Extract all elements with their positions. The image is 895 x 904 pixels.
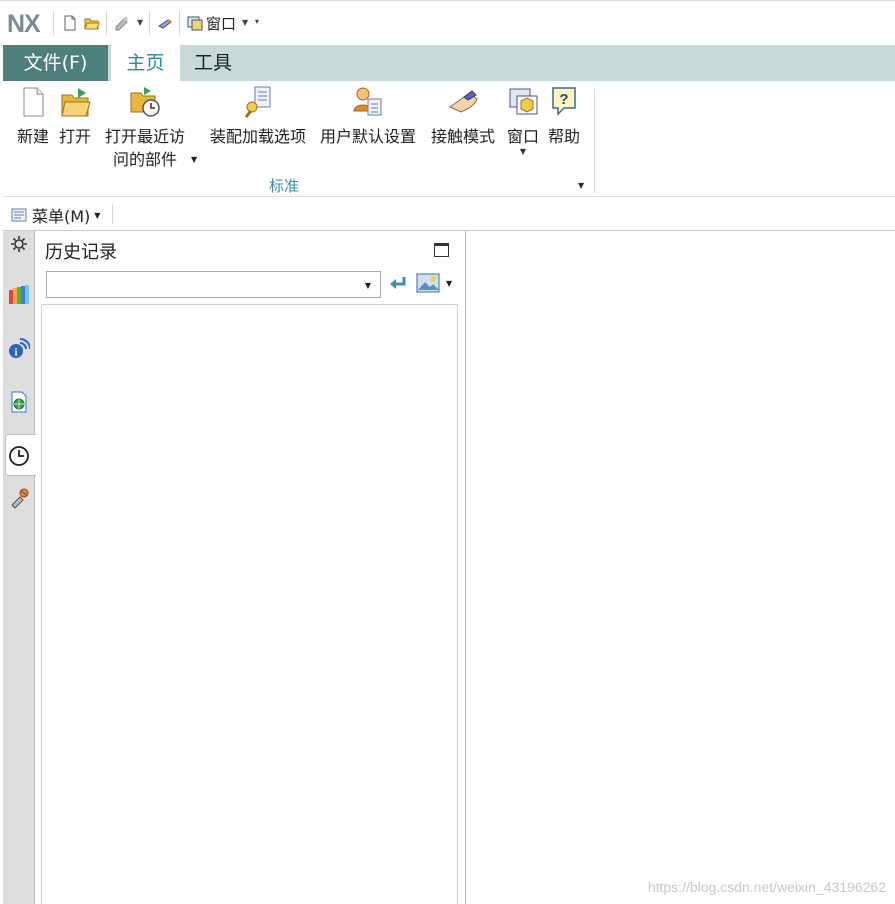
window-menu-label[interactable]: 窗口 xyxy=(206,13,236,34)
tab-tools[interactable]: 工具 xyxy=(183,45,243,81)
history-clock-icon[interactable] xyxy=(8,445,30,467)
ribbon-home-panel: 新建 打开 打开最近访 问的部件 ▼ 装配加载选项 用户默认设置 接触模式 窗口… xyxy=(3,81,895,197)
history-panel: 历史记录 ▼ ▼ xyxy=(36,231,466,904)
history-list[interactable] xyxy=(41,304,458,904)
history-filter-dropdown[interactable]: ▼ xyxy=(46,271,381,298)
new-file-icon[interactable] xyxy=(62,15,78,31)
help-button[interactable]: ? 帮助 xyxy=(545,85,583,148)
menu-icon xyxy=(11,208,27,221)
tab-file[interactable]: 文件(F) xyxy=(3,45,108,81)
maximize-icon[interactable] xyxy=(434,243,449,257)
watermark: https://blog.csdn.net/weixin_43196262 xyxy=(647,879,886,895)
recent-parts-label-line1: 打开最近访 xyxy=(104,127,185,146)
customize-qat-icon[interactable]: ▾ xyxy=(255,17,259,26)
window-icon xyxy=(509,88,538,115)
separator xyxy=(149,11,150,35)
user-defaults-icon xyxy=(353,87,382,116)
chevron-down-icon: ▼ xyxy=(94,210,101,220)
menu-button[interactable]: 菜单(M) ▼ xyxy=(11,203,100,227)
panel-title: 历史记录 xyxy=(45,242,117,263)
repeat-command-icon[interactable] xyxy=(114,15,130,31)
tab-home[interactable]: 主页 xyxy=(111,45,180,82)
chevron-down-icon[interactable]: ▼ xyxy=(191,148,197,171)
svg-text:?: ? xyxy=(559,91,568,108)
standard-group-label: 标准 xyxy=(269,177,300,195)
chevron-down-icon[interactable]: ▼ xyxy=(242,18,248,27)
touch-mode-label: 接触模式 xyxy=(430,127,495,146)
new-button-label: 新建 xyxy=(16,127,49,146)
user-defaults-button[interactable]: 用户默认设置 xyxy=(316,85,420,148)
settings-icon[interactable] xyxy=(8,233,30,255)
assembly-load-options-button[interactable]: 装配加载选项 xyxy=(205,85,311,148)
open-button-label: 打开 xyxy=(58,127,91,146)
web-browser-icon[interactable] xyxy=(8,391,30,413)
touch-mode-button[interactable]: 接触模式 xyxy=(428,85,498,148)
chevron-down-icon[interactable]: ▼ xyxy=(137,18,143,27)
quick-access-toolbar: NX ▼ 窗口 ▼ ▾ xyxy=(0,0,895,45)
recent-parts-label-line2: 问的部件 xyxy=(112,150,177,169)
separator xyxy=(106,11,107,35)
touch-hand-icon xyxy=(449,90,478,113)
new-button[interactable]: 新建 xyxy=(14,85,52,148)
window-label: 窗口 xyxy=(506,127,539,146)
ribbon-tab-bar: 文件(F) 主页 工具 xyxy=(3,45,895,82)
window-button[interactable]: 窗口 ▼ xyxy=(504,85,542,156)
open-folder-icon xyxy=(61,88,91,117)
open-recent-parts-button[interactable]: 打开最近访 问的部件 ▼ xyxy=(101,85,197,171)
reuse-library-icon[interactable] xyxy=(8,487,30,509)
svg-text:i: i xyxy=(14,347,17,359)
group-options-icon[interactable]: ▼ xyxy=(578,181,584,190)
info-icon[interactable]: i xyxy=(8,337,30,359)
nx-logo: NX xyxy=(7,10,41,38)
new-file-icon xyxy=(23,87,44,117)
menu-label: 菜单(M) xyxy=(32,207,91,226)
recent-parts-icon xyxy=(130,87,160,117)
separator xyxy=(179,11,180,35)
thumbnail-view-icon[interactable] xyxy=(416,273,440,293)
menu-bar: 菜单(M) ▼ xyxy=(3,198,895,231)
chevron-down-icon[interactable]: ▼ xyxy=(504,148,542,156)
assembly-load-options-label: 装配加载选项 xyxy=(209,127,306,146)
help-icon: ? xyxy=(552,87,576,116)
open-folder-icon[interactable] xyxy=(84,15,100,31)
ribbon-group-separator xyxy=(594,87,595,193)
user-defaults-label: 用户默认设置 xyxy=(319,127,416,146)
separator xyxy=(53,11,54,35)
help-label: 帮助 xyxy=(547,127,580,146)
chevron-down-icon: ▼ xyxy=(364,281,371,290)
open-button[interactable]: 打开 xyxy=(56,85,94,148)
resource-bar: i xyxy=(3,231,36,904)
back-arrow-icon[interactable] xyxy=(388,275,408,293)
chevron-down-icon[interactable]: ▼ xyxy=(446,279,452,288)
part-navigator-icon[interactable] xyxy=(8,283,30,305)
graphics-area[interactable]: https://blog.csdn.net/weixin_43196262 xyxy=(467,231,895,904)
separator xyxy=(112,204,113,224)
load-options-icon xyxy=(244,86,271,118)
window-icon[interactable] xyxy=(187,15,203,31)
touch-mode-icon[interactable] xyxy=(157,15,173,31)
